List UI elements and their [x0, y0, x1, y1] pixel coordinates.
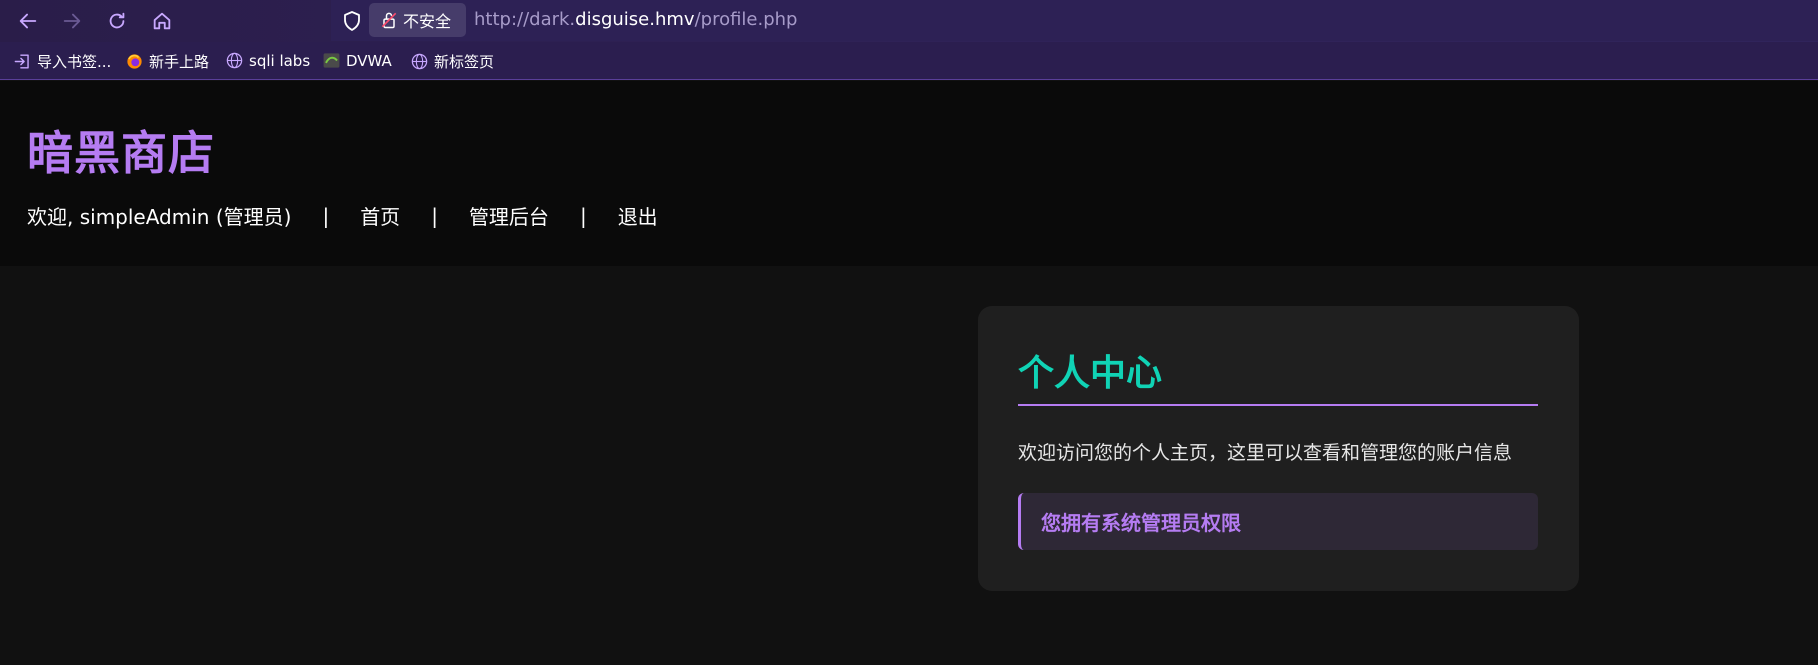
reload-icon — [109, 12, 125, 29]
bookmark-label: 新手上路 — [149, 53, 210, 71]
forward-arrow-icon — [63, 13, 81, 29]
back-button[interactable] — [13, 6, 43, 36]
globe-icon — [411, 53, 428, 70]
import-icon — [14, 54, 29, 69]
title-divider — [1018, 404, 1538, 406]
browser-toolbar: 不安全 http://dark.disguise.hmv/profile.php — [0, 0, 1818, 42]
bookmark-label: sqli labs — [249, 51, 311, 70]
connection-security-button[interactable]: 不安全 — [369, 3, 466, 37]
url-prefix: http://dark. — [474, 9, 576, 30]
security-label: 不安全 — [403, 12, 452, 31]
nav-home-link[interactable]: 首页 — [360, 201, 400, 230]
admin-notice: 您拥有系统管理员权限 — [1018, 493, 1538, 550]
bookmark-label: DVWA — [346, 51, 392, 70]
nav-separator: | — [431, 203, 438, 228]
bookmark-label: 新标签页 — [434, 53, 495, 71]
url-text[interactable]: http://dark.disguise.hmv/profile.php — [474, 9, 797, 30]
globe-icon — [226, 52, 243, 69]
nav-separator: | — [322, 203, 330, 228]
nav-separator: | — [579, 203, 587, 228]
bookmark-getting-started[interactable]: 新手上路 — [125, 51, 209, 72]
site-title: 暗黑商店 — [27, 126, 215, 180]
reload-button[interactable] — [102, 6, 132, 36]
back-arrow-icon — [19, 13, 37, 29]
welcome-text: 欢迎, simpleAdmin (管理员) — [27, 205, 292, 229]
insecure-lock-icon — [381, 12, 397, 29]
profile-description: 欢迎访问您的个人主页，这里可以查看和管理您的账户信息 — [1018, 442, 1513, 464]
forward-button[interactable] — [57, 6, 87, 36]
site-header: 暗黑商店 欢迎, simpleAdmin (管理员) | 首页 | 管理后台 |… — [0, 81, 1818, 266]
nav-logout-link[interactable]: 退出 — [618, 201, 658, 230]
home-button[interactable] — [147, 6, 177, 36]
bookmark-sqli-labs[interactable]: sqli labs — [225, 51, 310, 70]
shield-icon[interactable] — [340, 9, 364, 33]
profile-title: 个人中心 — [1018, 353, 1163, 394]
admin-notice-text: 您拥有系统管理员权限 — [1041, 511, 1241, 535]
bookmark-import[interactable]: 导入书签... — [13, 51, 111, 72]
bookmarks-bar: 导入书签... 新手上路 sqli labs DVWA 新标签页 — [0, 42, 1818, 80]
site-nav: 欢迎, simpleAdmin (管理员) | 首页 | 管理后台 | 退出 — [27, 201, 658, 230]
url-path: /profile.php — [694, 9, 798, 30]
firefox-icon — [127, 54, 142, 69]
profile-card: 个人中心 欢迎访问您的个人主页，这里可以查看和管理您的账户信息 您拥有系统管理员… — [978, 306, 1579, 591]
bookmark-label: 导入书签... — [37, 53, 112, 71]
nav-admin-link[interactable]: 管理后台 — [469, 201, 549, 230]
home-icon — [153, 12, 171, 30]
bookmark-new-tab[interactable]: 新标签页 — [410, 51, 494, 72]
dvwa-icon — [323, 53, 340, 68]
bookmark-dvwa[interactable]: DVWA — [322, 51, 392, 70]
url-host: disguise.hmv — [575, 9, 695, 30]
